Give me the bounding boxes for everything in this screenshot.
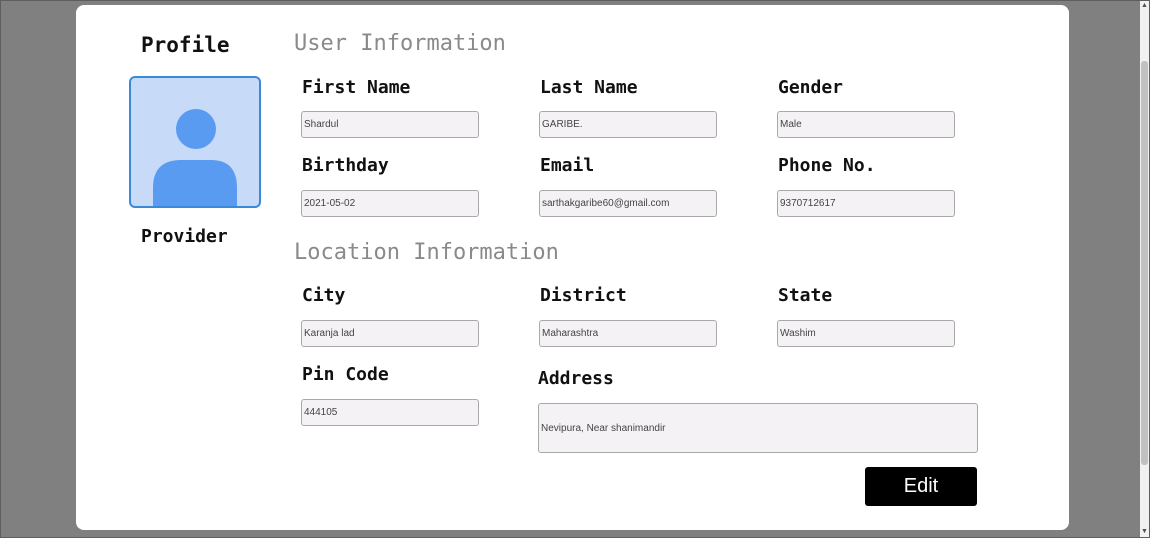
address-label: Address [538,368,614,389]
birthday-label: Birthday [302,155,389,176]
profile-role: Provider [141,226,228,247]
pin-code-label: Pin Code [302,364,389,385]
first-name-field[interactable] [301,111,479,138]
state-field[interactable] [777,320,955,347]
email-label: Email [540,155,595,176]
gender-field[interactable] [777,111,955,138]
pin-code-field[interactable] [301,399,479,426]
district-field[interactable] [539,320,717,347]
city-field[interactable] [301,320,479,347]
edit-button[interactable]: Edit [865,467,977,506]
city-label: City [302,285,346,306]
scroll-down-icon[interactable]: ▼ [1140,527,1149,537]
last-name-field[interactable] [539,111,717,138]
state-label: State [778,285,833,306]
email-field[interactable] [539,190,717,217]
user-information-heading: User Information [294,31,506,56]
birthday-field[interactable] [301,190,479,217]
gender-label: Gender [778,77,844,98]
scrollbar-thumb[interactable] [1141,61,1148,465]
phone-field[interactable] [777,190,955,217]
first-name-label: First Name [302,77,411,98]
profile-title: Profile [141,33,230,57]
avatar [129,76,261,208]
location-information-heading: Location Information [294,240,559,265]
address-field[interactable] [538,403,978,453]
profile-card: Profile Provider User Information First … [76,5,1069,530]
user-avatar-icon [153,109,237,206]
scroll-up-icon[interactable]: ▲ [1140,1,1149,11]
phone-label: Phone No. [778,155,876,176]
district-label: District [540,285,627,306]
vertical-scrollbar[interactable]: ▲ ▼ [1140,1,1149,537]
last-name-label: Last Name [540,77,638,98]
